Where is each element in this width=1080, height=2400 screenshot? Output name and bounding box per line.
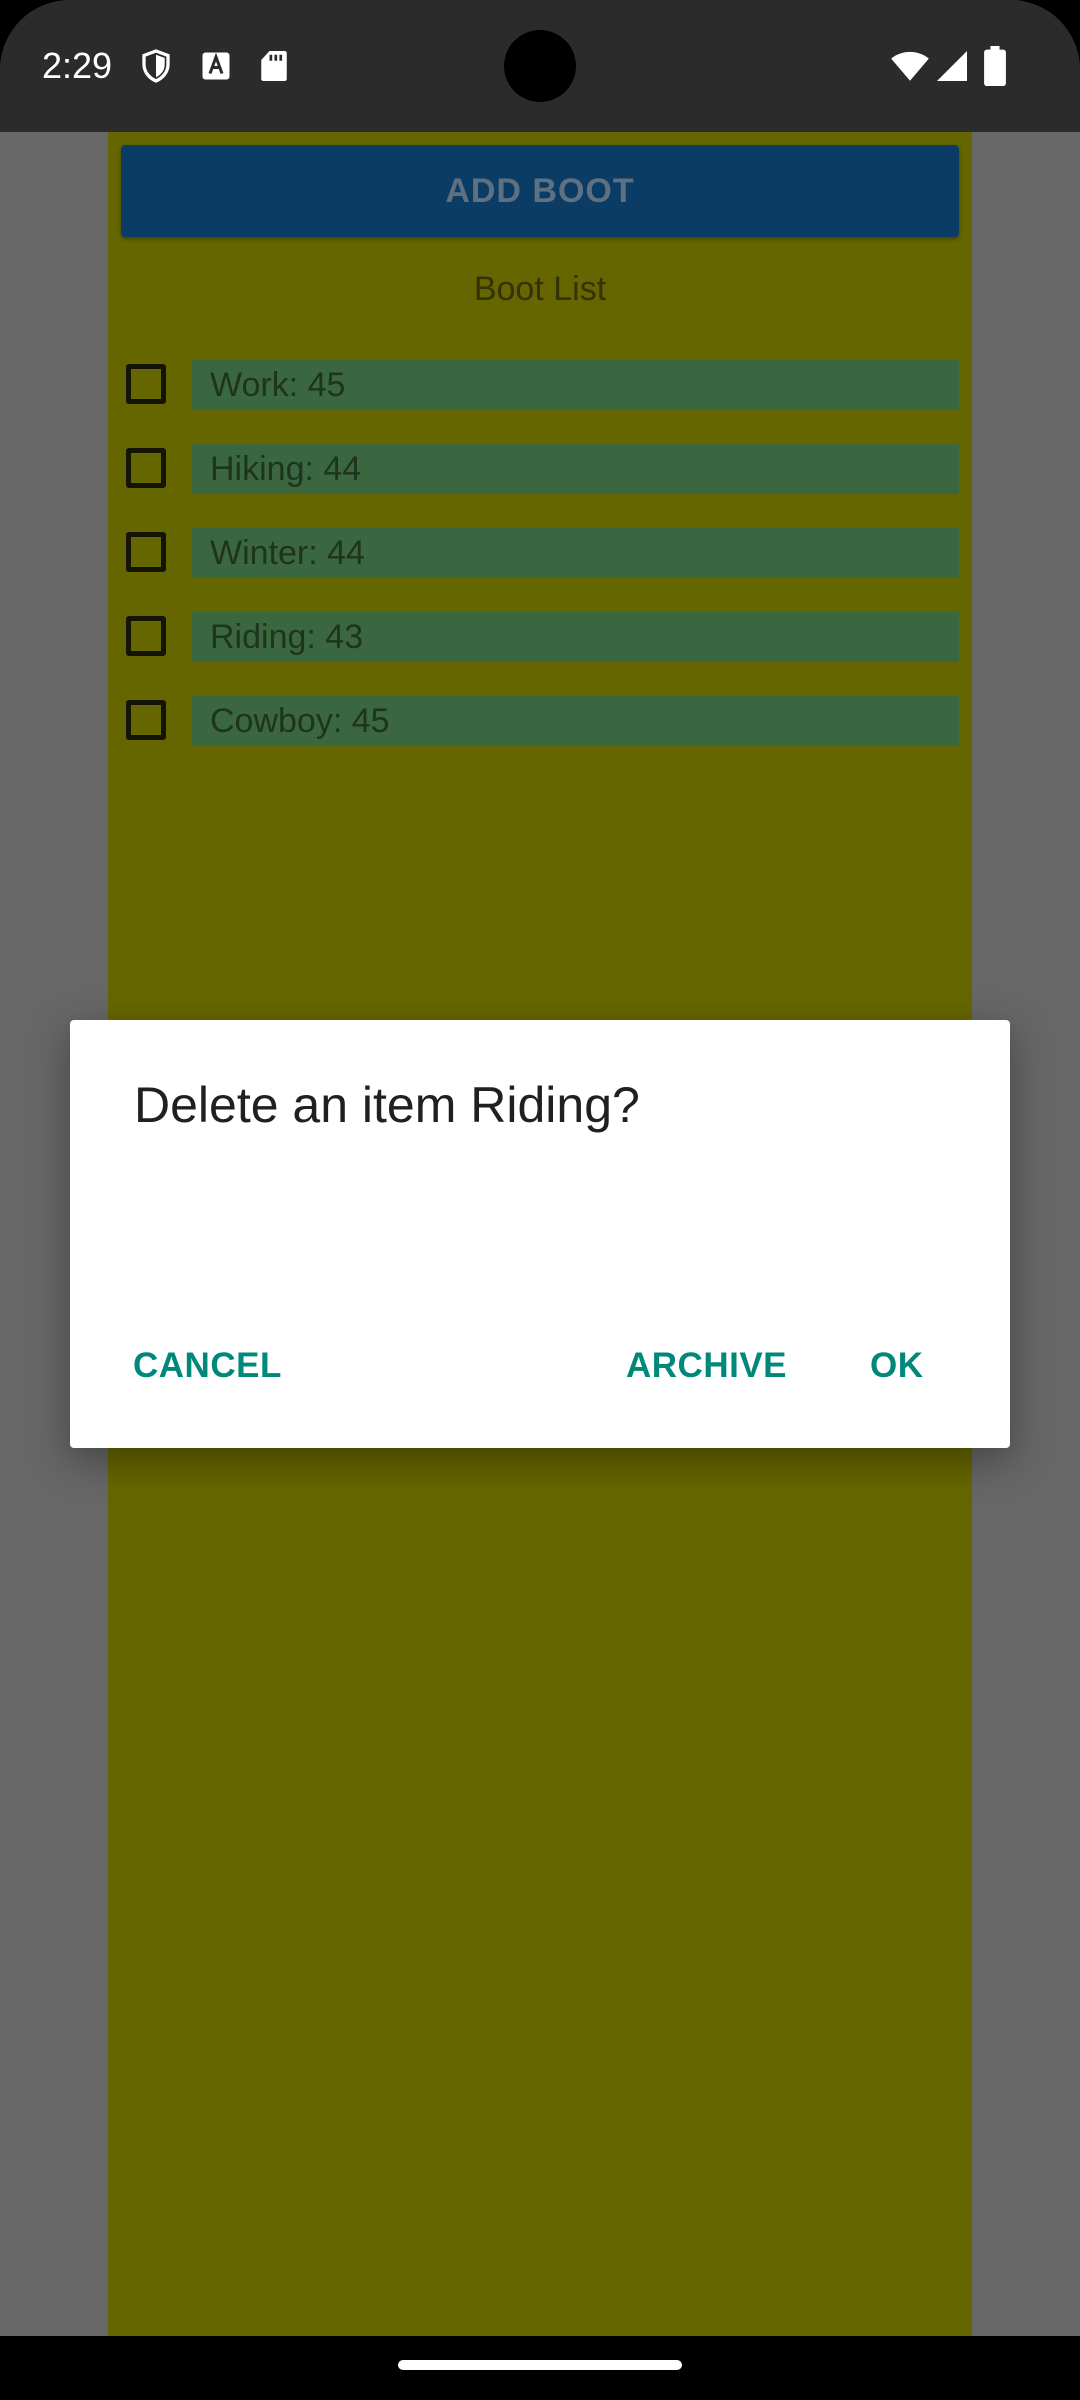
status-bar: 2:29 [0,0,1080,132]
list-item: Hiking: 44 [108,444,972,500]
list-item: Cowboy: 45 [108,696,972,752]
archive-button[interactable]: ARCHIVE [626,1346,787,1386]
dialog-title: Delete an item Riding? [134,1077,640,1133]
delete-confirm-dialog: Delete an item Riding? CANCEL ARCHIVE OK [70,1020,1010,1448]
item-checkbox[interactable] [126,700,166,740]
status-time: 2:29 [42,45,113,86]
a-icon [198,48,234,84]
item-label[interactable]: Hiking: 44 [192,444,959,494]
item-label[interactable]: Cowboy: 45 [192,696,959,746]
ok-button[interactable]: OK [870,1346,924,1386]
item-checkbox[interactable] [126,532,166,572]
item-label[interactable]: Riding: 43 [192,612,959,662]
item-checkbox[interactable] [126,364,166,404]
item-checkbox[interactable] [126,616,166,656]
item-label[interactable]: Winter: 44 [192,528,959,578]
device-screen: 2:29 ADD BOOT Boot List Work: 45 Hiking:… [0,0,1080,2336]
shield-icon [138,48,174,84]
home-indicator[interactable] [398,2360,682,2370]
wifi-icon [890,48,930,84]
sd-card-icon [256,48,292,84]
item-checkbox[interactable] [126,448,166,488]
signal-icon [934,48,970,84]
camera-cutout [504,30,576,102]
cancel-button[interactable]: CANCEL [133,1346,282,1386]
add-boot-button[interactable]: ADD BOOT [121,145,959,237]
item-label[interactable]: Work: 45 [192,360,959,410]
navigation-bar [0,2336,1080,2400]
list-item: Work: 45 [108,360,972,416]
battery-icon [982,46,1008,86]
list-item: Riding: 43 [108,612,972,668]
list-item: Winter: 44 [108,528,972,584]
list-title: Boot List [473,270,607,308]
